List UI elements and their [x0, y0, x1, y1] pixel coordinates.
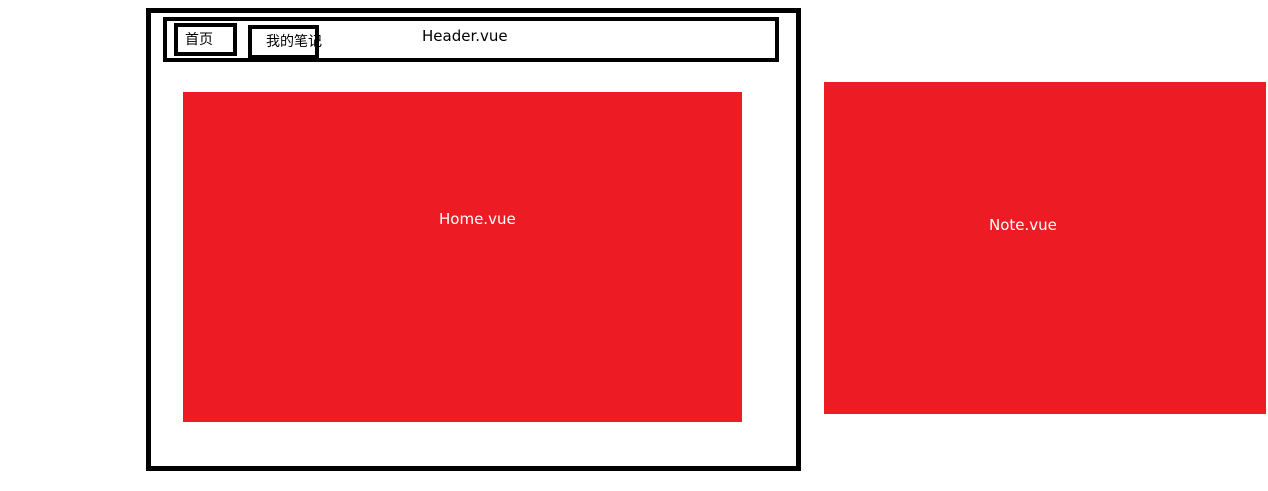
note-component-label: Note.vue [989, 216, 1057, 234]
note-component-panel [824, 82, 1266, 414]
home-component-panel [183, 92, 742, 422]
nav-my-notes-button[interactable] [248, 25, 319, 59]
nav-home-button-label[interactable]: 首页 [185, 31, 213, 49]
header-component-label: Header.vue [422, 27, 508, 45]
home-component-label: Home.vue [439, 210, 516, 228]
